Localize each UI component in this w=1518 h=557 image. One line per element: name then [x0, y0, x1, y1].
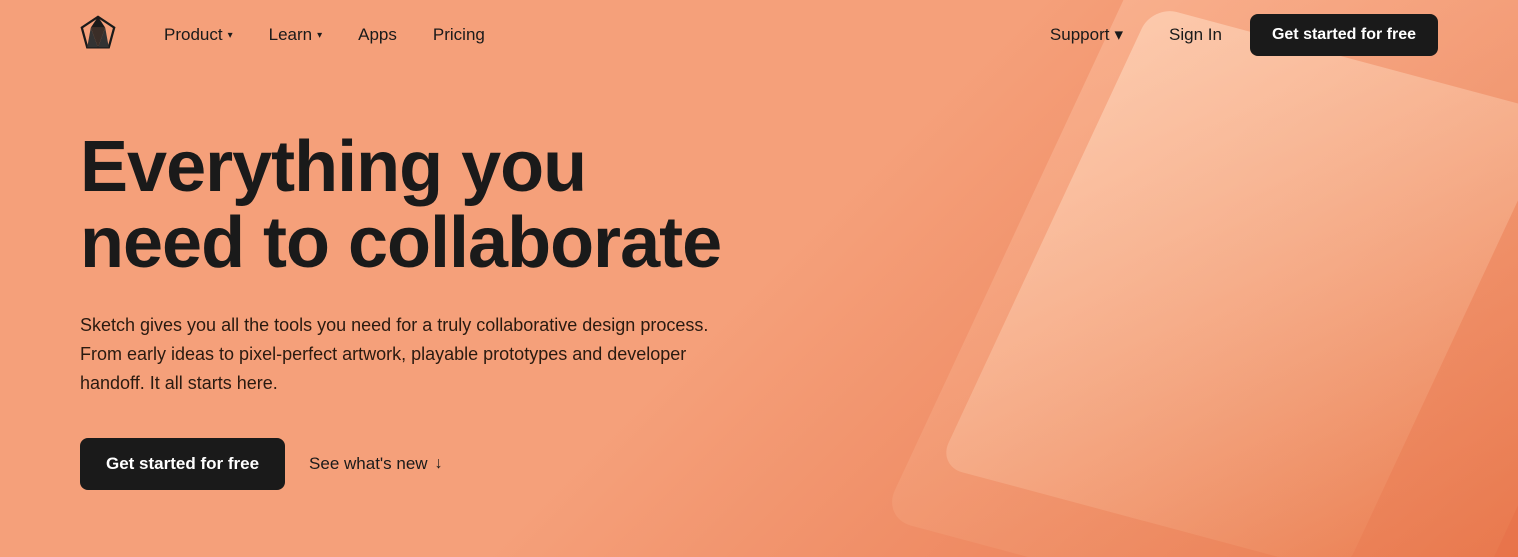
hero-title-line2: need to collaborate [80, 203, 721, 283]
hero-actions: Get started for free See what's new ↓ [80, 438, 820, 490]
hero-cta-button[interactable]: Get started for free [80, 438, 285, 490]
hero-subtitle: Sketch gives you all the tools you need … [80, 311, 720, 397]
hero-secondary-label: See what's new [309, 454, 428, 474]
nav-apps-label: Apps [358, 25, 397, 45]
nav-product-label: Product [164, 25, 223, 45]
navbar: Product ▾ Learn ▾ Apps Pricing Support ▾… [0, 0, 1518, 70]
bg-shape-inner [938, 6, 1518, 557]
logo[interactable] [80, 15, 116, 56]
sketch-logo-icon [80, 15, 116, 51]
nav-item-signin[interactable]: Sign In [1151, 17, 1240, 53]
hero-secondary-link[interactable]: See what's new ↓ [309, 454, 443, 474]
nav-cta-button[interactable]: Get started for free [1250, 14, 1438, 56]
nav-support-label: Support [1050, 25, 1110, 45]
nav-item-apps[interactable]: Apps [340, 17, 415, 53]
nav-item-support[interactable]: Support ▾ [1032, 17, 1141, 53]
hero-title: Everything you need to collaborate [80, 130, 820, 281]
hero-title-line1: Everything you [80, 127, 586, 207]
chevron-down-icon: ▾ [228, 30, 233, 41]
nav-item-product[interactable]: Product ▾ [146, 17, 251, 53]
nav-item-pricing[interactable]: Pricing [415, 17, 503, 53]
nav-signin-label: Sign In [1169, 25, 1222, 44]
arrow-down-icon: ↓ [435, 455, 443, 473]
nav-right: Support ▾ Sign In Get started for free [1032, 14, 1438, 56]
nav-learn-label: Learn [269, 25, 312, 45]
page-wrapper: Product ▾ Learn ▾ Apps Pricing Support ▾… [0, 0, 1518, 557]
nav-pricing-label: Pricing [433, 25, 485, 45]
nav-item-learn[interactable]: Learn ▾ [251, 17, 341, 53]
chevron-down-icon: ▾ [317, 30, 322, 41]
hero-section: Everything you need to collaborate Sketc… [0, 70, 900, 490]
bg-shape-outer [882, 0, 1518, 557]
chevron-down-icon: ▾ [1114, 25, 1123, 45]
bg-decoration [918, 0, 1518, 557]
nav-left: Product ▾ Learn ▾ Apps Pricing [146, 17, 1032, 53]
